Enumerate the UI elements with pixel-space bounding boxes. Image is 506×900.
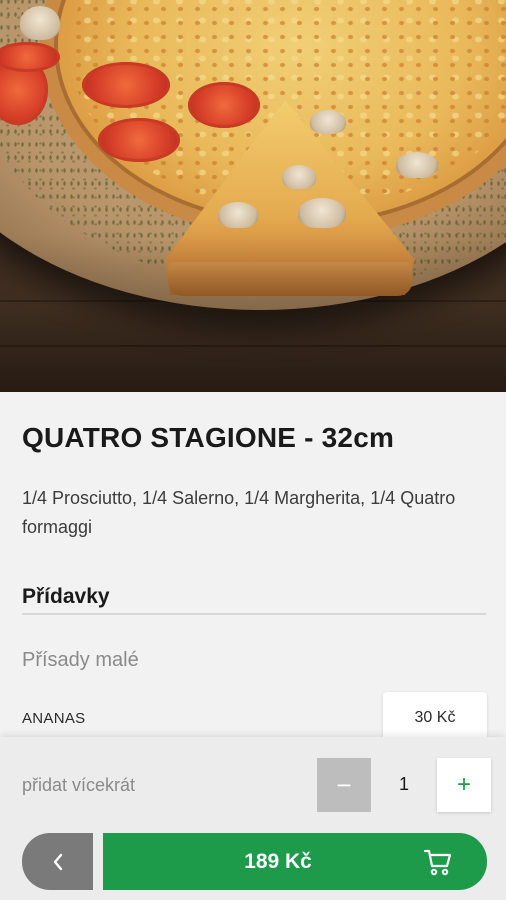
quantity-decrease-button[interactable]: − bbox=[317, 758, 371, 812]
image-shade bbox=[0, 0, 506, 392]
product-details: QUATRO STAGIONE - 32cm 1/4 Prosciutto, 1… bbox=[0, 392, 506, 744]
quantity-increase-button[interactable]: + bbox=[437, 758, 491, 812]
back-button[interactable] bbox=[22, 833, 93, 890]
extras-group-label: Přísady malé bbox=[22, 649, 139, 671]
extra-item: ANANAS 30 Kč bbox=[0, 692, 506, 744]
product-title: QUATRO STAGIONE - 32cm bbox=[22, 422, 395, 453]
quantity-label: přidat vícekrát bbox=[22, 775, 136, 795]
extras-heading: Přídavky bbox=[22, 585, 110, 608]
order-bar: přidat vícekrát − 1 + 189 Kč bbox=[0, 737, 506, 900]
extra-item-name: ANANAS bbox=[22, 710, 86, 727]
shopping-cart-icon bbox=[423, 849, 452, 876]
product-description: 1/4 Prosciutto, 1/4 Salerno, 1/4 Margher… bbox=[22, 488, 456, 537]
extras-divider bbox=[22, 613, 486, 615]
add-to-cart-button[interactable]: 189 Kč bbox=[103, 833, 487, 890]
quantity-value: 1 bbox=[398, 774, 409, 794]
chevron-left-icon bbox=[53, 853, 62, 870]
product-image bbox=[0, 0, 506, 392]
cart-total-price: 189 Kč bbox=[244, 849, 312, 873]
